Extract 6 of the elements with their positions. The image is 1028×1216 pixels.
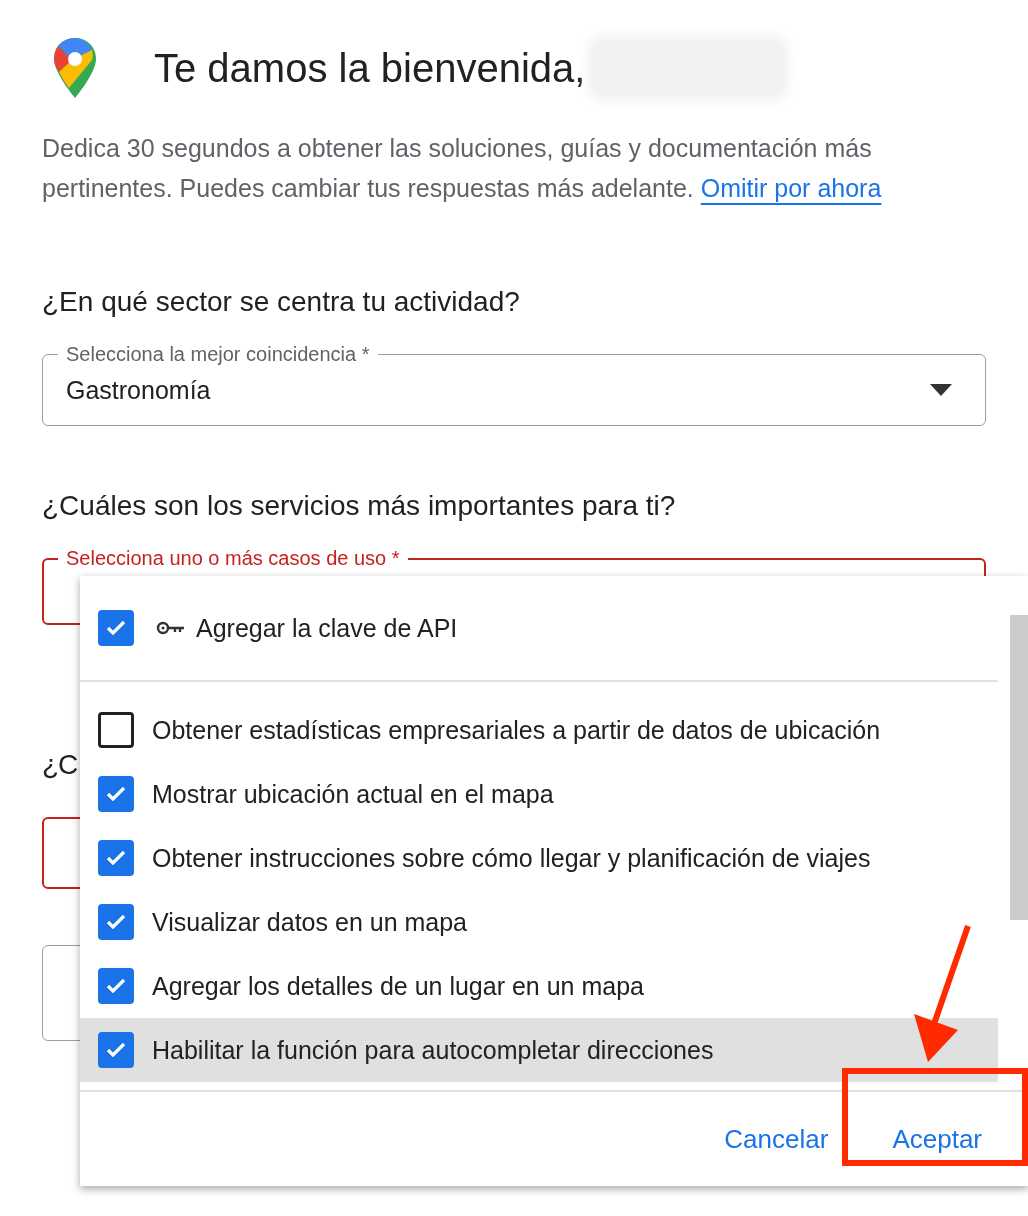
intro-text: Dedica 30 segundos a obtener las soluciones, guías y documentación más pertinentes. Puedes cambiar tus respuestas más adelante. Omitir por ahora [42, 133, 883, 204]
question-text: ¿C [42, 748, 79, 782]
question-text: ¿Cuáles son los servicios más importantes para ti? [42, 489, 677, 523]
field-value: Gastronomía [66, 375, 212, 405]
welcome-title: Te damos la bienvenida, [154, 45, 586, 91]
question-text: ¿En qué sector se centra tu actividad? [42, 285, 521, 319]
